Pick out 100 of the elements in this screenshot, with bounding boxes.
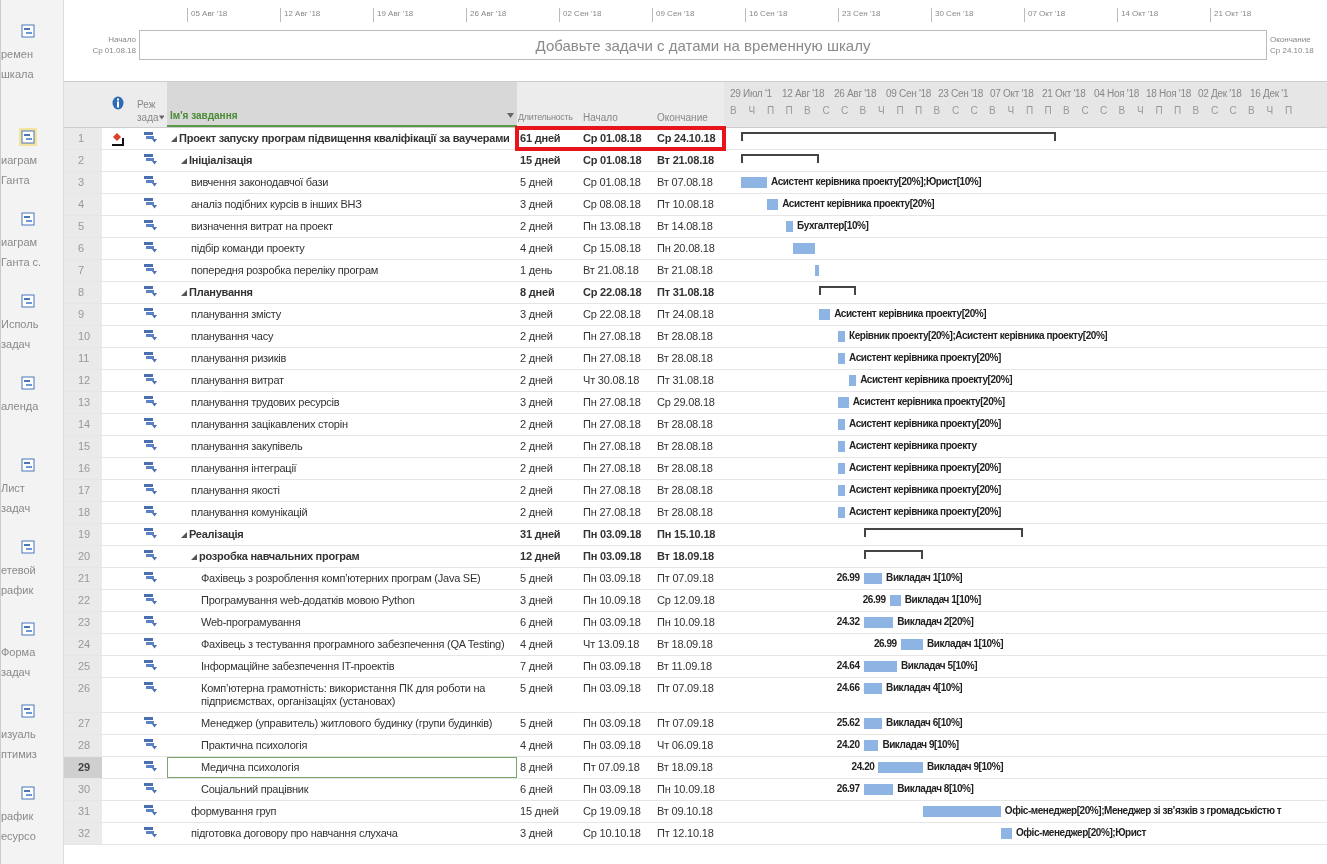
column-header[interactable]: Длительность <box>518 111 579 124</box>
view-label[interactable]: изуаль <box>1 724 36 744</box>
column-header[interactable]: Реж <box>137 98 164 111</box>
task-bar[interactable] <box>837 463 845 474</box>
column-header[interactable]: Ім'я завдання <box>170 109 238 122</box>
task-bar[interactable] <box>819 309 831 320</box>
view-label[interactable]: ремен <box>1 44 33 64</box>
row-number[interactable]: 4 <box>64 194 102 215</box>
row-number[interactable]: 7 <box>64 260 102 281</box>
row-number[interactable]: 20 <box>64 546 102 567</box>
view-label[interactable]: иаграм <box>1 150 38 170</box>
row-number[interactable]: 23 <box>64 612 102 633</box>
task-bar[interactable] <box>837 331 845 342</box>
row-number[interactable]: 22 <box>64 590 102 611</box>
row-number[interactable]: 32 <box>64 823 102 844</box>
timeline-bar[interactable]: Добавьте задачи с датами на временную шкалу <box>139 30 1267 60</box>
view-tab[interactable] <box>19 374 37 392</box>
view-label[interactable]: задач <box>1 498 31 518</box>
task-bar[interactable] <box>1000 828 1012 839</box>
task-bar[interactable] <box>793 243 816 254</box>
view-label[interactable]: есурсо <box>1 826 36 846</box>
task-bar[interactable] <box>815 265 820 276</box>
task-bar[interactable] <box>741 177 768 188</box>
task-bar[interactable] <box>900 639 923 650</box>
row-number[interactable]: 29 <box>64 757 102 778</box>
column-header[interactable]: зада <box>137 111 159 124</box>
row-number[interactable]: 28 <box>64 735 102 756</box>
task-bar[interactable] <box>863 740 879 751</box>
column-header[interactable]: Окончание <box>657 111 721 124</box>
task-bar[interactable] <box>785 221 794 232</box>
task-bar[interactable] <box>889 595 901 606</box>
task-bar[interactable] <box>837 419 845 430</box>
row-number[interactable]: 3 <box>64 172 102 193</box>
row-number[interactable]: 30 <box>64 779 102 800</box>
view-label[interactable]: Исполь <box>1 314 39 334</box>
view-tab[interactable] <box>19 456 37 474</box>
task-bar[interactable] <box>767 199 779 210</box>
view-label[interactable]: задач <box>1 662 31 682</box>
view-tab[interactable] <box>19 128 37 146</box>
view-label[interactable]: птимиз <box>1 744 37 764</box>
row-number[interactable]: 6 <box>64 238 102 259</box>
view-label[interactable]: Ганта <box>1 170 30 190</box>
row-number[interactable]: 10 <box>64 326 102 347</box>
row-number[interactable]: 12 <box>64 370 102 391</box>
dropdown-arrow-icon[interactable] <box>507 113 514 118</box>
row-number[interactable]: 9 <box>64 304 102 325</box>
collapse-triangle-icon[interactable] <box>181 532 187 538</box>
view-tab[interactable] <box>19 784 37 802</box>
row-number[interactable]: 27 <box>64 713 102 734</box>
view-label[interactable]: рафик <box>1 580 34 600</box>
view-tab[interactable] <box>19 538 37 556</box>
row-number[interactable]: 8 <box>64 282 102 303</box>
row-number[interactable]: 21 <box>64 568 102 589</box>
collapse-triangle-icon[interactable] <box>181 290 187 296</box>
row-number[interactable]: 11 <box>64 348 102 369</box>
view-label[interactable]: аленда <box>1 396 39 416</box>
row-number[interactable]: 2 <box>64 150 102 171</box>
column-header[interactable]: Начало <box>583 111 651 124</box>
collapse-triangle-icon[interactable] <box>171 136 177 142</box>
view-label[interactable]: Форма <box>1 642 36 662</box>
view-label[interactable]: шкала <box>1 64 34 84</box>
view-label[interactable]: рафик <box>1 806 34 826</box>
view-tab[interactable] <box>19 620 37 638</box>
task-bar[interactable] <box>863 617 894 628</box>
row-number[interactable]: 18 <box>64 502 102 523</box>
view-label[interactable]: Ганта с. <box>1 252 42 272</box>
view-label[interactable]: задач <box>1 334 31 354</box>
task-bar[interactable] <box>863 573 883 584</box>
collapse-triangle-icon[interactable] <box>181 158 187 164</box>
row-number[interactable]: 13 <box>64 392 102 413</box>
task-bar[interactable] <box>837 353 845 364</box>
task-bar[interactable] <box>837 397 849 408</box>
view-tab[interactable] <box>19 210 37 228</box>
task-bar[interactable] <box>863 661 897 672</box>
row-number[interactable]: 24 <box>64 634 102 655</box>
row-number[interactable]: 19 <box>64 524 102 545</box>
row-number[interactable]: 16 <box>64 458 102 479</box>
row-number[interactable]: 1 <box>64 128 102 149</box>
task-bar[interactable] <box>848 375 857 386</box>
view-tab[interactable] <box>19 292 37 310</box>
task-bar[interactable] <box>863 784 894 795</box>
task-bar[interactable] <box>837 507 845 518</box>
row-number[interactable]: 15 <box>64 436 102 457</box>
row-number[interactable]: 14 <box>64 414 102 435</box>
row-number[interactable]: 17 <box>64 480 102 501</box>
row-number[interactable]: 5 <box>64 216 102 237</box>
dropdown-arrow-icon[interactable] <box>158 115 164 120</box>
view-label[interactable]: иаграм <box>1 232 38 252</box>
row-number[interactable]: 26 <box>64 678 102 712</box>
view-tab[interactable] <box>19 22 37 40</box>
task-bar[interactable] <box>837 441 845 452</box>
view-tab[interactable] <box>19 702 37 720</box>
view-label[interactable]: етевой <box>1 560 36 580</box>
collapse-triangle-icon[interactable] <box>191 554 197 560</box>
view-label[interactable]: Лист <box>1 478 25 498</box>
task-bar[interactable] <box>837 485 845 496</box>
row-number[interactable]: 25 <box>64 656 102 677</box>
row-number[interactable]: 31 <box>64 801 102 822</box>
task-bar[interactable] <box>863 718 883 729</box>
task-bar[interactable] <box>863 683 883 694</box>
